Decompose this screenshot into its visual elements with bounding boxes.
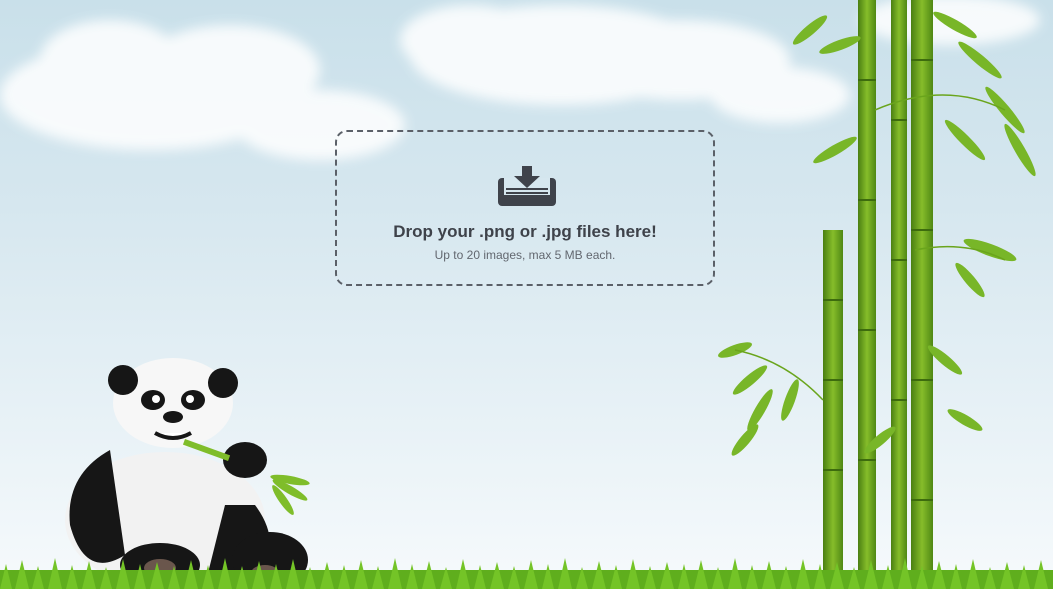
bamboo-stalks bbox=[717, 0, 1036, 575]
upload-page: Drop your .png or .jpg files here! Up to… bbox=[0, 0, 1053, 589]
panda-mascot bbox=[65, 358, 310, 588]
drop-zone-title: Drop your .png or .jpg files here! bbox=[393, 222, 657, 241]
drop-zone-subtitle: Up to 20 images, max 5 MB each. bbox=[434, 248, 616, 262]
file-drop-zone[interactable]: Drop your .png or .jpg files here! Up to… bbox=[335, 130, 715, 286]
download-tray-icon bbox=[498, 166, 556, 206]
grass-strip bbox=[0, 558, 1053, 589]
